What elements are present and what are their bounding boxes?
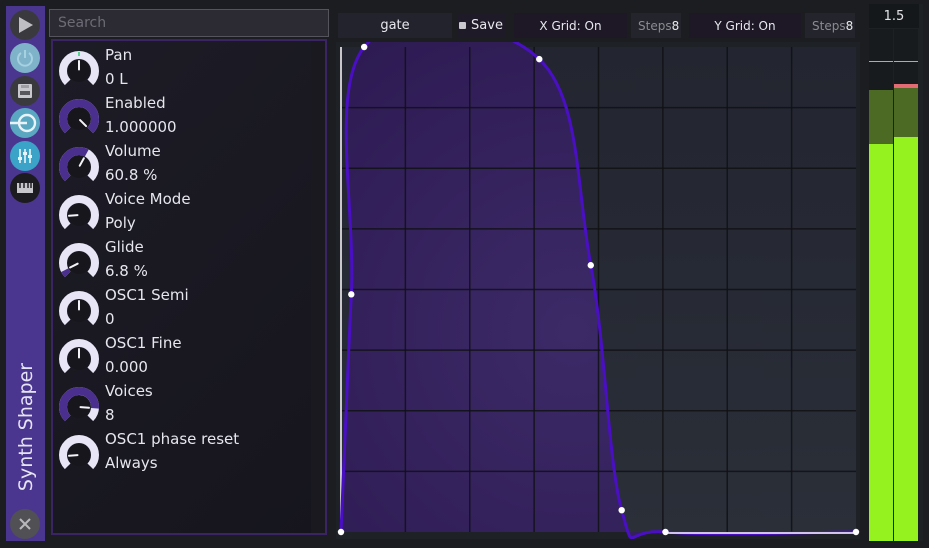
param-name: Voice Mode xyxy=(105,190,191,208)
save-state-button[interactable] xyxy=(10,76,40,106)
param-name: Voices xyxy=(105,382,153,400)
param-row: OSC1 phase reset Always xyxy=(57,429,307,477)
shape-node[interactable] xyxy=(662,528,669,536)
shape-node[interactable] xyxy=(852,528,860,536)
shape-editor-canvas[interactable] xyxy=(336,42,860,539)
x-grid-toggle[interactable]: X Grid: On xyxy=(514,13,627,38)
x-steps-field[interactable]: Steps 8 xyxy=(631,13,681,38)
param-row: Volume 60.8 % xyxy=(57,141,307,189)
param-name: OSC1 phase reset xyxy=(105,430,240,448)
parameter-list: Pan 0 L Enabled 1.000000 Volume 60.8 % Voice M… xyxy=(51,39,327,535)
param-knob[interactable] xyxy=(57,337,101,381)
shape-node[interactable] xyxy=(360,43,368,51)
param-knob[interactable] xyxy=(57,433,101,477)
param-knob[interactable] xyxy=(57,97,101,141)
meter-peak-readout[interactable]: 1.5 xyxy=(869,4,919,28)
search-input[interactable] xyxy=(49,9,329,37)
param-knob[interactable] xyxy=(57,193,101,237)
shape-editor[interactable] xyxy=(336,42,860,539)
param-value[interactable]: 0.000 xyxy=(105,358,148,376)
meter-level-bar xyxy=(869,144,893,541)
param-row: Glide 6.8 % xyxy=(57,237,307,285)
param-value[interactable]: 0 xyxy=(105,310,115,328)
power-icon xyxy=(15,48,35,68)
param-knob[interactable] xyxy=(57,145,101,189)
meter-peak-line xyxy=(869,61,893,63)
synth-shaper-plugin-window: Synth Shaper Pan 0 L Enabled 1.000000 Volume… xyxy=(0,0,929,548)
preset-name-field[interactable]: gate xyxy=(338,13,452,38)
output-level-meter: 1.5 xyxy=(869,4,923,541)
knob-pointer xyxy=(68,454,79,457)
shape-node[interactable] xyxy=(337,528,345,536)
param-knob[interactable] xyxy=(57,289,101,333)
mixer-button[interactable] xyxy=(10,141,40,171)
parameter-list-scroll-track[interactable] xyxy=(311,41,325,533)
routing-button[interactable] xyxy=(10,108,40,138)
param-row: Voice Mode Poly xyxy=(57,189,307,237)
knob-pointer xyxy=(79,406,90,409)
param-row: Pan 0 L xyxy=(57,45,307,93)
close-icon xyxy=(17,516,33,532)
shape-node[interactable] xyxy=(587,262,594,269)
param-knob[interactable] xyxy=(57,49,101,93)
param-name: OSC1 Semi xyxy=(105,286,189,304)
param-value[interactable]: 0 L xyxy=(105,70,128,88)
param-value[interactable]: 1.000000 xyxy=(105,118,177,136)
param-row: OSC1 Fine 0.000 xyxy=(57,333,307,381)
knob-value-arc xyxy=(61,268,71,278)
y-grid-toggle[interactable]: Y Grid: On xyxy=(689,13,801,38)
shape-node[interactable] xyxy=(348,291,355,298)
meter-level-bar xyxy=(894,136,918,541)
close-button[interactable] xyxy=(10,509,40,539)
param-name: Glide xyxy=(105,238,144,256)
sliders-icon xyxy=(15,146,35,166)
param-name: Enabled xyxy=(105,94,166,112)
param-knob[interactable] xyxy=(57,385,101,429)
knob-pointer xyxy=(68,214,79,217)
plugin-side-strip: Synth Shaper xyxy=(6,6,45,541)
save-preset-button[interactable]: Save xyxy=(457,13,505,38)
piano-keyboard-icon xyxy=(15,178,35,198)
param-value[interactable]: Poly xyxy=(105,214,136,232)
shape-node[interactable] xyxy=(618,506,625,514)
save-square-icon xyxy=(459,22,467,29)
input-routing-icon xyxy=(10,111,40,135)
keyboard-button[interactable] xyxy=(10,173,40,203)
meter-peak-line xyxy=(894,61,918,63)
meter-clip-indicator[interactable] xyxy=(894,83,918,88)
knob-body xyxy=(68,252,90,274)
param-name: OSC1 Fine xyxy=(105,334,182,352)
param-knob[interactable] xyxy=(57,241,101,285)
play-button[interactable] xyxy=(10,10,40,40)
plugin-title: Synth Shaper xyxy=(14,362,37,492)
floppy-disk-icon xyxy=(15,81,35,101)
y-steps-field[interactable]: Steps 8 xyxy=(805,13,855,38)
param-row: OSC1 Semi 0 xyxy=(57,285,307,333)
param-value[interactable]: 60.8 % xyxy=(105,166,157,184)
param-name: Pan xyxy=(105,46,133,64)
param-row: Voices 8 xyxy=(57,381,307,429)
play-icon xyxy=(15,15,35,35)
param-value[interactable]: Always xyxy=(105,454,158,472)
meter-channel xyxy=(869,29,893,541)
param-value[interactable]: 8 xyxy=(105,406,115,424)
param-value[interactable]: 6.8 % xyxy=(105,262,148,280)
shape-node[interactable] xyxy=(536,55,543,63)
knob-body xyxy=(68,156,90,178)
param-row: Enabled 1.000000 xyxy=(57,93,307,141)
param-name: Volume xyxy=(105,142,161,160)
power-button[interactable] xyxy=(10,43,40,73)
meter-channel xyxy=(894,29,918,541)
